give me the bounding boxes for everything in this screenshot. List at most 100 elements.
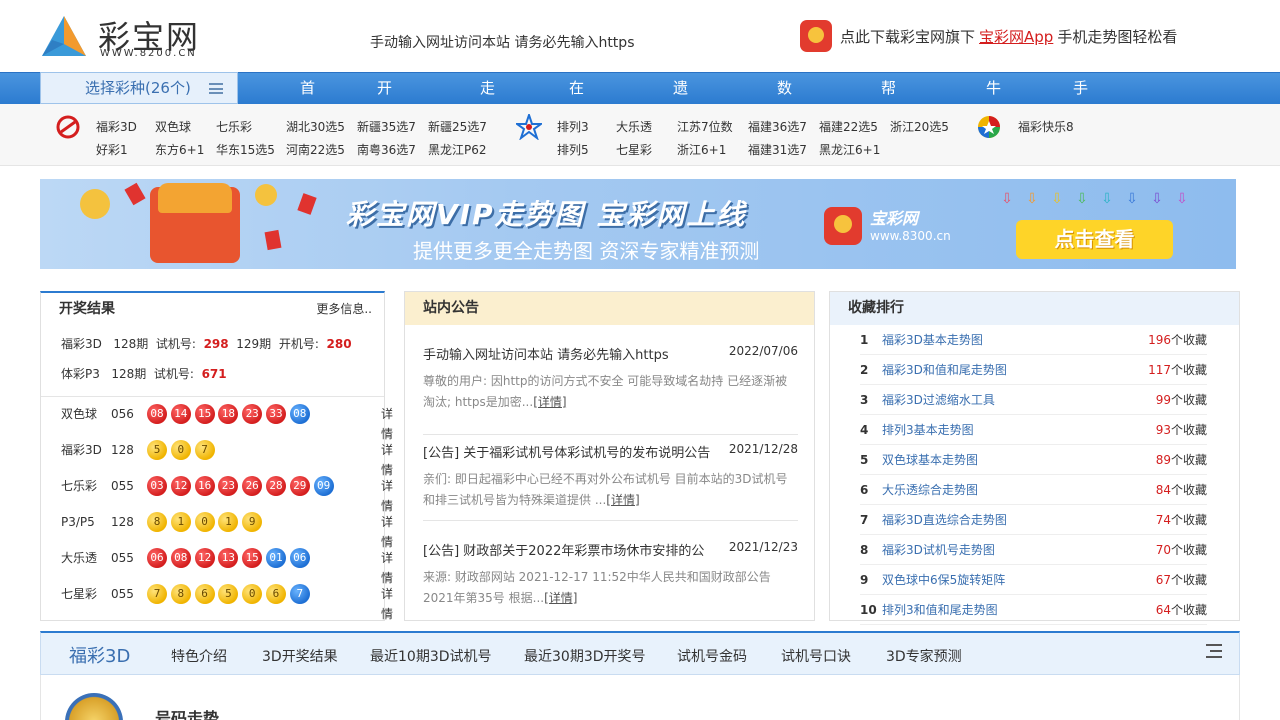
favorite-link[interactable]: 福彩3D和值和尾走势图 [882, 355, 1007, 385]
announcement-detail-link[interactable]: [详情] [606, 493, 639, 507]
lottery-link[interactable]: 福建31选7 [748, 141, 807, 158]
result-balls: 7865067 [147, 584, 314, 604]
lottery-link[interactable]: 南粤36选7 [357, 141, 416, 158]
subnav-link[interactable]: 3D专家预测 [886, 646, 962, 666]
lottery-link[interactable]: 大乐透 [616, 118, 652, 135]
lottery-link[interactable]: 湖北30选5 [286, 118, 345, 135]
favorite-item[interactable]: 5 双色球基本走势图 89个收藏 [860, 445, 1207, 475]
favorite-item[interactable]: 7 福彩3D直选综合走势图 74个收藏 [860, 505, 1207, 535]
favorite-link[interactable]: 排列3基本走势图 [882, 415, 974, 445]
favorite-link[interactable]: 福彩3D试机号走势图 [882, 535, 995, 565]
favorites-panel: 收藏排行 1 福彩3D基本走势图 196个收藏 2 福彩3D和值和尾走势图 117个收藏 3… [829, 291, 1240, 625]
subnav-link[interactable]: 试机号口诀 [781, 646, 851, 666]
lottery-link[interactable]: 华东15选5 [216, 141, 275, 158]
favorite-link[interactable]: 大乐透综合走势图 [882, 475, 978, 505]
favorite-count-unit: 个收藏 [1170, 453, 1207, 467]
lottery-link[interactable]: 排列3 [557, 118, 589, 135]
favorite-count-unit: 个收藏 [1170, 543, 1207, 557]
lottery-selector[interactable]: 选择彩种(26个) [40, 72, 238, 104]
favorite-item[interactable]: 6 大乐透综合走势图 84个收藏 [860, 475, 1207, 505]
vip-banner[interactable]: 彩宝网VIP走势图 宝彩网上线 提供更多更全走势图 资深专家精准预测 宝彩网 w… [40, 179, 1236, 269]
lottery-link[interactable]: 新疆25选7 [428, 118, 487, 135]
announcement-date: 2022/07/06 [728, 344, 798, 358]
lottery-link[interactable]: 排列5 [557, 141, 589, 158]
announcement-detail-link[interactable]: [详情] [533, 395, 566, 409]
red-ball: 06 [147, 548, 167, 568]
announcement-title[interactable]: 手动输入网址访问本站 请务必先输入https [423, 344, 669, 363]
favorite-item[interactable]: 10 排列3和值和尾走势图 64个收藏 [860, 595, 1207, 625]
lottery-link[interactable]: 福彩快乐8 [1018, 118, 1074, 135]
favorite-item[interactable]: 4 排列3基本走势图 93个收藏 [860, 415, 1207, 445]
lottery-link[interactable]: 七星彩 [616, 141, 652, 158]
result-balls: 08 14 15 18 23 33 08 [147, 404, 314, 424]
lottery-link[interactable]: 浙江20选5 [890, 118, 949, 135]
result-lottery-name: 大乐透 [61, 551, 98, 565]
treasure-chest-image [150, 183, 240, 263]
subnav-link[interactable]: 最近10期3D试机号 [370, 646, 492, 666]
favorite-item[interactable]: 2 福彩3D和值和尾走势图 117个收藏 [860, 355, 1207, 385]
lottery-link[interactable]: 福彩3D [96, 118, 137, 135]
favorite-link[interactable]: 福彩3D过滤缩水工具 [882, 385, 995, 415]
open-number: 280 [326, 337, 352, 351]
announcement-item[interactable]: [公告] 财政部关于2022年彩票市场休市安排的公 2021/12/23 来源: … [423, 540, 798, 609]
lottery-link[interactable]: 福建22选5 [819, 118, 878, 135]
site-logo[interactable]: 彩宝网 WWW.8200.CN [40, 12, 210, 62]
number-ball: 1 [170, 512, 191, 532]
lottery-link[interactable]: 双色球 [155, 118, 191, 135]
lottery-link[interactable]: 七乐彩 [216, 118, 252, 135]
announcement-title[interactable]: [公告] 财政部关于2022年彩票市场休市安排的公 [423, 540, 704, 559]
subnav-link[interactable]: 试机号金码 [677, 646, 747, 666]
results-more-link[interactable]: 更多信息.. [316, 293, 372, 326]
favorite-link[interactable]: 排列3和值和尾走势图 [882, 595, 998, 625]
subnav-link[interactable]: 最近30期3D开奖号 [524, 646, 646, 666]
lottery-link[interactable]: 新疆35选7 [357, 118, 416, 135]
favorites-header: 收藏排行 [830, 292, 1239, 325]
result-detail-link[interactable]: 详情 [381, 548, 393, 588]
favorite-item[interactable]: 3 福彩3D过滤缩水工具 99个收藏 [860, 385, 1207, 415]
lottery-link[interactable]: 河南22选5 [286, 141, 345, 158]
divider [423, 520, 798, 521]
subnav-title[interactable]: 福彩3D [69, 642, 130, 668]
favorite-count: 74个收藏 [1156, 505, 1207, 535]
result-detail-link[interactable]: 详情 [381, 584, 393, 624]
test-label: 试机号: [153, 367, 194, 381]
favorite-count-number: 117 [1148, 363, 1171, 377]
favorite-link[interactable]: 双色球中6保5旋转矩阵 [882, 565, 1005, 595]
red-ball: 16 [194, 476, 215, 496]
sports-lottery-icon [516, 114, 542, 140]
favorite-item[interactable]: 8 福彩3D试机号走势图 70个收藏 [860, 535, 1207, 565]
lottery-link[interactable]: 东方6+1 [155, 141, 204, 158]
lottery-link[interactable]: 江苏7位数 [677, 118, 733, 135]
result-row: 大乐透 055 06 08 12 13 15 01 06 详情 [61, 548, 393, 585]
result-detail-link[interactable]: 详情 [381, 404, 393, 444]
favorite-item[interactable]: 9 双色球中6保5旋转矩阵 67个收藏 [860, 565, 1207, 595]
subnav-link[interactable]: 3D开奖结果 [262, 646, 338, 666]
number-ball: 0 [170, 440, 191, 460]
lottery-link[interactable]: 福建36选7 [748, 118, 807, 135]
app-download-link[interactable]: 宝彩网App [979, 26, 1053, 47]
divider [41, 396, 384, 397]
favorite-item[interactable]: 1 福彩3D基本走势图 196个收藏 [860, 325, 1207, 355]
favorite-link[interactable]: 双色球基本走势图 [882, 445, 978, 475]
banner-view-button[interactable]: 点击查看 [1016, 220, 1173, 259]
announcement-item[interactable]: 手动输入网址访问本站 请务必先输入https 2022/07/06 尊敬的用户: … [423, 344, 798, 435]
arrow-down-icon: ⇩ [1126, 191, 1138, 207]
lottery-link[interactable]: 好彩1 [96, 141, 128, 158]
favorite-rank: 3 [860, 393, 869, 407]
favorite-link[interactable]: 福彩3D直选综合走势图 [882, 505, 1007, 535]
subnav-link[interactable]: 特色介绍 [171, 646, 227, 666]
announcement-title[interactable]: [公告] 关于福彩试机号体彩试机号的发布说明公告 [423, 442, 710, 461]
app-promo[interactable]: 点此下载彩宝网旗下 宝彩网App 手机走势图轻松看 [800, 20, 1177, 52]
lottery-link[interactable]: 浙江6+1 [677, 141, 726, 158]
announcement-detail-link[interactable]: [详情] [544, 591, 577, 605]
test-number-line: 福彩3D 128期 试机号: 298 129期 开机号: 280 [61, 335, 352, 352]
result-detail-link[interactable]: 详情 [381, 440, 393, 480]
favorite-rank: 7 [860, 513, 869, 527]
collapse-icon[interactable] [1206, 644, 1222, 658]
lottery-link[interactable]: 黑龙江P62 [428, 141, 487, 158]
favorite-link[interactable]: 福彩3D基本走势图 [882, 325, 983, 355]
lottery-link[interactable]: 黑龙江6+1 [819, 141, 880, 158]
announcement-item[interactable]: [公告] 关于福彩试机号体彩试机号的发布说明公告 2021/12/28 亲们: 即… [423, 442, 798, 521]
result-detail-link[interactable]: 详情 [381, 476, 393, 516]
result-detail-link[interactable]: 详情 [381, 512, 393, 552]
